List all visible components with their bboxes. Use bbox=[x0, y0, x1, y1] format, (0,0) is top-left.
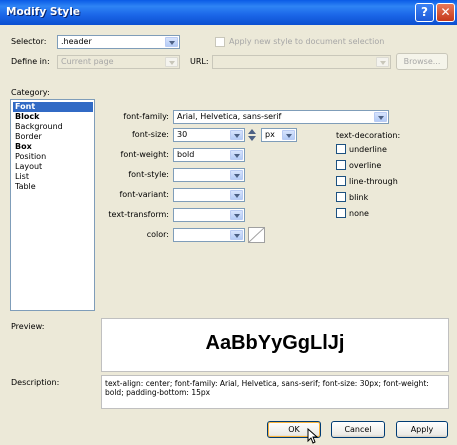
overline-label: overline bbox=[349, 161, 382, 170]
font-size-unit-dropdown[interactable]: px bbox=[261, 128, 297, 142]
color-dropdown[interactable] bbox=[173, 228, 245, 242]
chevron-down-icon[interactable] bbox=[376, 57, 389, 67]
font-style-dropdown[interactable] bbox=[173, 168, 245, 182]
description-label: Description: bbox=[11, 378, 60, 387]
blink-checkbox[interactable] bbox=[336, 192, 346, 202]
no-color-icon bbox=[249, 228, 264, 242]
selector-label: Selector: bbox=[11, 37, 47, 46]
color-swatch[interactable] bbox=[248, 227, 265, 243]
font-size-unit-value: px bbox=[265, 130, 275, 139]
font-variant-dropdown[interactable] bbox=[173, 188, 245, 202]
cancel-button[interactable]: Cancel bbox=[331, 421, 385, 438]
overline-checkbox[interactable] bbox=[336, 160, 346, 170]
chevron-down-icon[interactable] bbox=[230, 210, 243, 220]
line-through-checkbox[interactable] bbox=[336, 176, 346, 186]
font-size-spinner[interactable] bbox=[247, 128, 257, 142]
text-decoration-label: text-decoration: bbox=[336, 131, 401, 140]
apply-new-style-label: Apply new style to document selection bbox=[229, 37, 385, 46]
font-family-dropdown[interactable]: Arial, Helvetica, sans-serif bbox=[173, 110, 389, 124]
selector-dropdown[interactable]: .header bbox=[57, 35, 180, 49]
chevron-down-icon[interactable] bbox=[165, 37, 178, 47]
preview-sample: AaBbYyGgLlJj bbox=[205, 332, 345, 354]
url-label: URL: bbox=[190, 57, 209, 66]
underline-checkbox[interactable] bbox=[336, 144, 346, 154]
spin-up-icon[interactable] bbox=[248, 129, 256, 134]
category-item-layout[interactable]: Layout bbox=[13, 162, 93, 172]
font-variant-label: font-variant: bbox=[119, 190, 169, 199]
define-in-value: Current page bbox=[61, 57, 114, 66]
font-weight-dropdown[interactable]: bold bbox=[173, 148, 245, 162]
preview-label: Preview: bbox=[11, 322, 45, 331]
browse-button[interactable]: Browse... bbox=[396, 53, 448, 70]
chevron-down-icon[interactable] bbox=[230, 130, 243, 140]
category-item-border[interactable]: Border bbox=[13, 132, 93, 142]
close-button[interactable]: ✕ bbox=[436, 3, 455, 22]
line-through-label: line-through bbox=[349, 177, 398, 186]
font-size-label: font-size: bbox=[131, 130, 169, 139]
none-label: none bbox=[349, 209, 369, 218]
category-list[interactable]: Font Block Background Border Box Positio… bbox=[10, 99, 95, 311]
category-item-box[interactable]: Box bbox=[13, 142, 93, 152]
font-family-value: Arial, Helvetica, sans-serif bbox=[177, 112, 282, 121]
modify-style-dialog: Modify Style ? ✕ Selector: .header Apply… bbox=[0, 0, 457, 445]
selector-value: .header bbox=[61, 37, 92, 46]
chevron-down-icon[interactable] bbox=[374, 112, 387, 122]
category-label: Category: bbox=[11, 88, 50, 97]
none-checkbox[interactable] bbox=[336, 208, 346, 218]
font-family-label: font-family: bbox=[123, 112, 169, 121]
chevron-down-icon[interactable] bbox=[282, 130, 295, 140]
color-label: color: bbox=[146, 230, 169, 239]
category-item-table[interactable]: Table bbox=[13, 182, 93, 192]
font-weight-value: bold bbox=[177, 150, 195, 159]
spin-down-icon[interactable] bbox=[248, 136, 256, 141]
text-transform-label: text-transform: bbox=[108, 210, 169, 219]
blink-label: blink bbox=[349, 193, 369, 202]
category-item-background[interactable]: Background bbox=[13, 122, 93, 132]
window-title: Modify Style bbox=[6, 6, 80, 18]
chevron-down-icon[interactable] bbox=[230, 170, 243, 180]
apply-button[interactable]: Apply bbox=[396, 421, 448, 438]
category-item-list[interactable]: List bbox=[13, 172, 93, 182]
underline-label: underline bbox=[349, 145, 387, 154]
text-transform-dropdown[interactable] bbox=[173, 208, 245, 222]
preview-pane: AaBbYyGgLlJj bbox=[101, 318, 449, 372]
font-weight-label: font-weight: bbox=[120, 150, 169, 159]
category-item-font[interactable]: Font bbox=[13, 102, 93, 112]
apply-new-style-checkbox[interactable] bbox=[215, 37, 225, 47]
define-in-dropdown[interactable]: Current page bbox=[57, 55, 180, 69]
description-box: text-align: center; font-family: Arial, … bbox=[101, 375, 449, 409]
url-dropdown[interactable] bbox=[212, 55, 391, 69]
chevron-down-icon[interactable] bbox=[230, 190, 243, 200]
chevron-down-icon[interactable] bbox=[230, 230, 243, 240]
help-button[interactable]: ? bbox=[415, 3, 434, 22]
category-item-position[interactable]: Position bbox=[13, 152, 93, 162]
font-style-label: font-style: bbox=[128, 170, 169, 179]
title-bar[interactable]: Modify Style ? ✕ bbox=[0, 0, 457, 25]
font-size-value: 30 bbox=[177, 130, 188, 139]
chevron-down-icon[interactable] bbox=[165, 57, 178, 67]
pointer-cursor-icon bbox=[307, 428, 319, 444]
define-in-label: Define in: bbox=[11, 57, 50, 66]
chevron-down-icon[interactable] bbox=[230, 150, 243, 160]
category-item-block[interactable]: Block bbox=[13, 112, 93, 122]
font-size-dropdown[interactable]: 30 bbox=[173, 128, 245, 142]
